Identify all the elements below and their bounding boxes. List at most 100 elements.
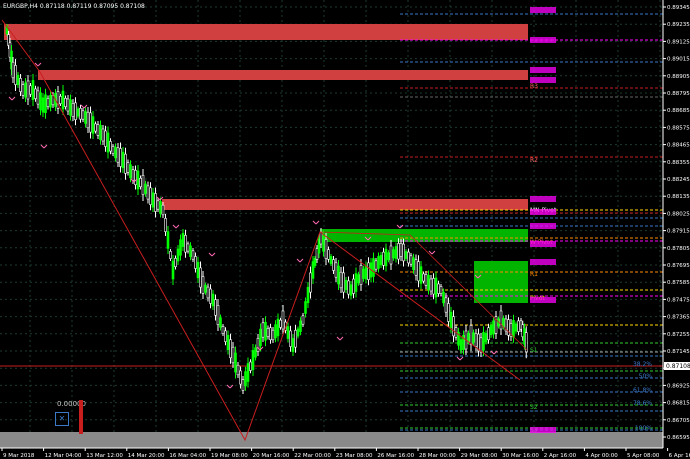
candle-body bbox=[304, 301, 307, 314]
candle-body bbox=[151, 192, 155, 208]
candle-body bbox=[91, 116, 95, 134]
candle-body bbox=[359, 265, 363, 285]
candle-body bbox=[106, 132, 110, 153]
candle-body bbox=[201, 276, 205, 294]
candle-body bbox=[14, 65, 17, 85]
candle-body bbox=[64, 98, 67, 108]
candle-body bbox=[79, 108, 82, 120]
widget-bar bbox=[79, 400, 83, 434]
candle-body bbox=[289, 330, 292, 347]
candle-body bbox=[367, 262, 370, 280]
candle-body bbox=[216, 305, 220, 325]
supply-demand-zone[interactable] bbox=[474, 261, 528, 303]
fractal-marker bbox=[336, 336, 344, 341]
fractal-marker bbox=[428, 250, 436, 255]
candle-body bbox=[387, 252, 390, 261]
price-axis-label: 0.88795 bbox=[667, 91, 690, 97]
time-axis-label: 19 Mar 08:00 bbox=[211, 453, 248, 459]
candle-body bbox=[432, 278, 435, 295]
price-chart[interactable]: R3R2MN PivotR1W PivotPivotS1S2S361.8%50%… bbox=[0, 0, 690, 459]
price-tag bbox=[530, 297, 556, 303]
candle-body bbox=[442, 291, 445, 304]
candle-body bbox=[171, 260, 175, 280]
price-axis-label: 0.87805 bbox=[667, 246, 690, 252]
indicator-widget[interactable]: 0.00000 ✕ bbox=[55, 398, 86, 436]
candle-body bbox=[116, 147, 120, 163]
candle-body bbox=[472, 332, 475, 343]
supply-demand-zone[interactable] bbox=[320, 229, 528, 242]
candle-body bbox=[194, 256, 197, 269]
price-axis-label: 0.86595 bbox=[667, 435, 690, 441]
price-tag bbox=[530, 259, 556, 265]
candle-body bbox=[424, 274, 428, 286]
price-axis-label: 0.87695 bbox=[667, 263, 690, 269]
time-axis-label: 20 Mar 16:00 bbox=[253, 453, 290, 459]
fractal-marker bbox=[172, 224, 180, 229]
symbol-info: EURGBP,H4 0.87118 0.87119 0.87095 0.8710… bbox=[3, 3, 145, 10]
candle-body bbox=[291, 338, 295, 352]
candle-body bbox=[166, 231, 170, 249]
candle-body bbox=[81, 110, 85, 120]
price-tag bbox=[530, 223, 556, 229]
candle-body bbox=[324, 239, 328, 259]
candle-body bbox=[164, 218, 167, 232]
candle-body bbox=[306, 286, 310, 304]
candle-body bbox=[362, 268, 365, 279]
price-axis-label: 0.88355 bbox=[667, 160, 690, 166]
candle-body bbox=[469, 325, 473, 345]
candle-body bbox=[239, 370, 242, 385]
pivot-label: 38.2% bbox=[633, 361, 652, 368]
candle-body bbox=[204, 284, 207, 293]
candle-body bbox=[352, 278, 355, 294]
resistance-zone[interactable] bbox=[38, 70, 528, 80]
candle-body bbox=[229, 339, 232, 359]
lower-band bbox=[0, 432, 663, 448]
candle-body bbox=[179, 239, 182, 256]
candle-body bbox=[44, 94, 47, 114]
pivot-label: R1 bbox=[530, 271, 538, 278]
candle-body bbox=[249, 361, 252, 371]
candle-body bbox=[266, 327, 270, 337]
resistance-zone[interactable] bbox=[162, 199, 528, 210]
candle-body bbox=[296, 328, 300, 337]
price-axis-label: 0.88685 bbox=[667, 108, 690, 114]
candle-body bbox=[69, 99, 72, 116]
candle-body bbox=[251, 350, 255, 370]
pivot-label: R2 bbox=[530, 157, 538, 164]
candle-body bbox=[512, 320, 515, 338]
candle-body bbox=[322, 235, 325, 252]
candle-body bbox=[121, 151, 125, 169]
candle-body bbox=[444, 297, 448, 313]
time-axis-label: 28 Mar 00:00 bbox=[419, 453, 456, 459]
candle-body bbox=[339, 271, 343, 289]
time-axis-label: 13 Mar 12:00 bbox=[86, 453, 123, 459]
pivot-label: S1 bbox=[530, 347, 538, 354]
candle-body bbox=[206, 286, 210, 299]
time-axis-label: 9 Mar 2018 bbox=[3, 453, 35, 459]
fractal-marker bbox=[80, 104, 88, 109]
price-axis-label: 0.88245 bbox=[667, 177, 690, 183]
candle-body bbox=[211, 293, 215, 307]
price-axis-label: 0.86705 bbox=[667, 418, 690, 424]
symbol-label: EURGBP,H4 bbox=[3, 3, 38, 10]
candle-body bbox=[196, 261, 200, 279]
candle-body bbox=[342, 272, 345, 293]
candle-body bbox=[349, 284, 353, 296]
candle-body bbox=[246, 363, 250, 382]
candle-body bbox=[294, 330, 297, 348]
trading-chart-window[interactable]: R3R2MN PivotR1W PivotPivotS1S2S361.8%50%… bbox=[0, 0, 690, 459]
fractal-marker bbox=[312, 220, 320, 225]
candle-body bbox=[26, 80, 30, 100]
candle-body bbox=[347, 280, 350, 295]
candle-body bbox=[124, 153, 127, 174]
price-axis-label: 0.87585 bbox=[667, 280, 690, 286]
resistance-zone[interactable] bbox=[4, 24, 528, 40]
time-axis-label: 5 Apr 08:00 bbox=[627, 453, 660, 459]
pivot-label: 50% bbox=[639, 373, 653, 380]
current-price-label: 0.87108 bbox=[666, 363, 690, 370]
price-tag bbox=[530, 427, 556, 433]
candle-body bbox=[484, 332, 488, 342]
price-axis-label: 0.86925 bbox=[667, 383, 690, 389]
candle-body bbox=[101, 128, 105, 142]
candle-body bbox=[502, 317, 505, 327]
